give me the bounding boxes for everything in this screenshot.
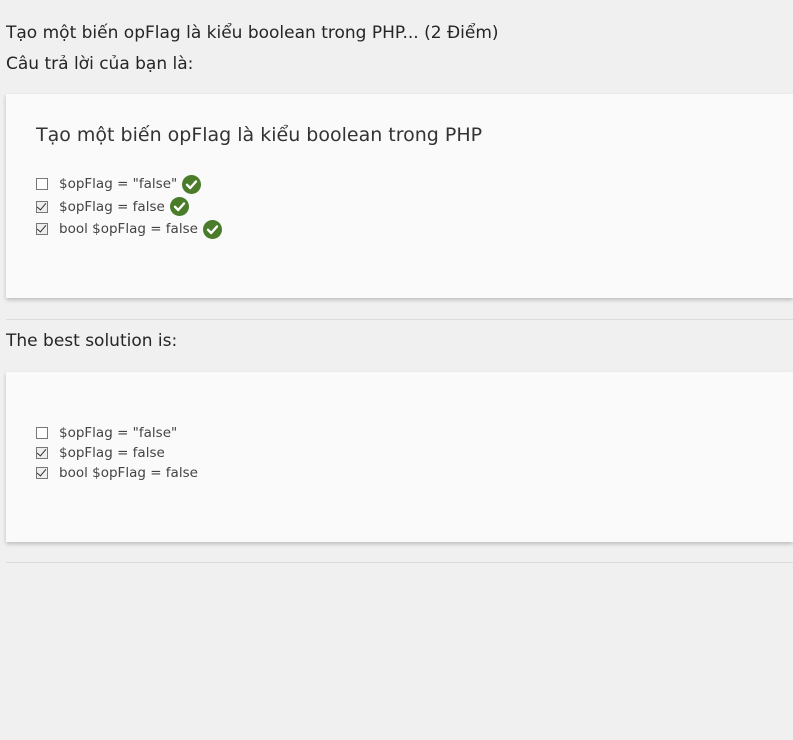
answer-card: Tạo một biến opFlag là kiểu boolean tron… xyxy=(6,94,793,298)
option-label: $opFlag = false xyxy=(59,198,165,215)
answer-options: $opFlag = "false" $opFlag = false bool $… xyxy=(36,173,222,241)
checkbox-checked[interactable] xyxy=(36,200,48,213)
checkbox-checked[interactable] xyxy=(36,467,48,479)
green-check-icon xyxy=(169,197,189,217)
option-label: $opFlag = "false" xyxy=(59,425,178,441)
option-label: $opFlag = "false" xyxy=(59,176,178,193)
checkbox-checked[interactable] xyxy=(36,223,48,236)
question-header: Tạo một biến opFlag là kiểu boolean tron… xyxy=(6,21,499,83)
green-check-icon xyxy=(182,174,202,194)
answer-card-title: Tạo một biến opFlag là kiểu boolean tron… xyxy=(36,124,483,146)
solution-card: $opFlag = "false" $opFlag = false bool $… xyxy=(6,372,793,542)
answer-option-1: $opFlag = "false" xyxy=(36,173,222,196)
your-answer-label: Câu trả lời của bạn là: xyxy=(6,54,194,74)
option-label: bool $opFlag = false xyxy=(59,465,198,481)
green-check-icon xyxy=(202,219,222,239)
solution-option-3: bool $opFlag = false xyxy=(36,463,198,483)
best-solution-label: The best solution is: xyxy=(6,331,178,351)
question-title: Tạo một biến opFlag là kiểu boolean tron… xyxy=(6,23,499,43)
checkbox-unchecked[interactable] xyxy=(36,178,48,191)
option-label: $opFlag = false xyxy=(59,445,165,461)
answer-option-3: bool $opFlag = false xyxy=(36,218,222,241)
solution-option-2: $opFlag = false xyxy=(36,443,198,463)
section-divider xyxy=(6,319,793,320)
answer-option-2: $opFlag = false xyxy=(36,196,222,219)
option-label: bool $opFlag = false xyxy=(59,221,198,238)
checkbox-unchecked[interactable] xyxy=(36,427,48,439)
solution-option-1: $opFlag = "false" xyxy=(36,423,198,443)
solution-options: $opFlag = "false" $opFlag = false bool $… xyxy=(36,423,198,483)
checkbox-checked[interactable] xyxy=(36,447,48,459)
section-divider xyxy=(6,562,793,563)
